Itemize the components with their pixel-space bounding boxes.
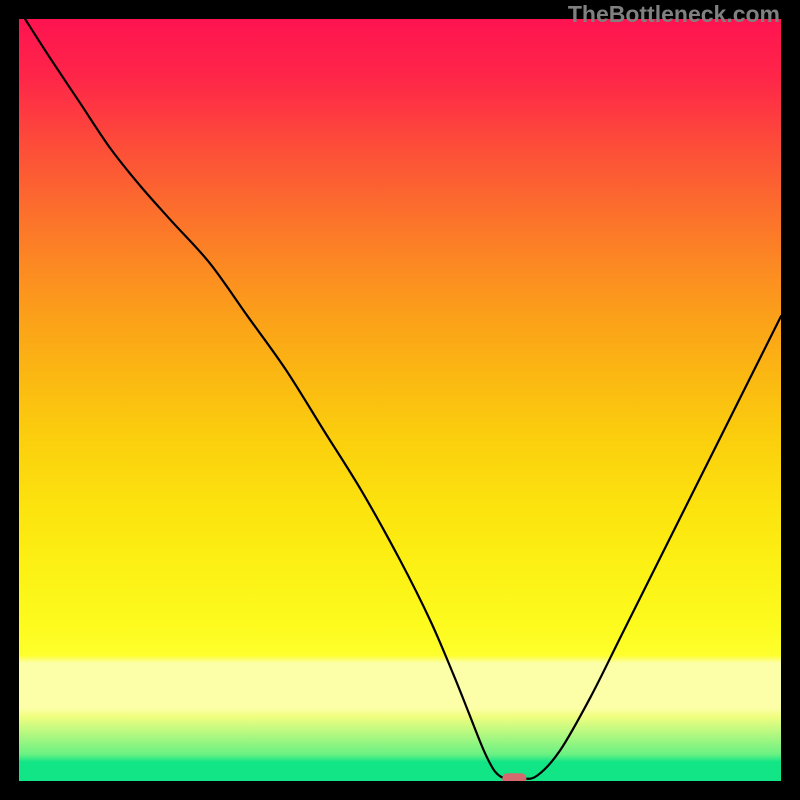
plot-area [19,19,781,781]
plot-svg [19,19,781,781]
optimum-marker [502,773,526,781]
gradient-background [19,19,781,781]
attribution-text: TheBottleneck.com [568,1,780,28]
chart-frame: TheBottleneck.com [0,0,800,800]
